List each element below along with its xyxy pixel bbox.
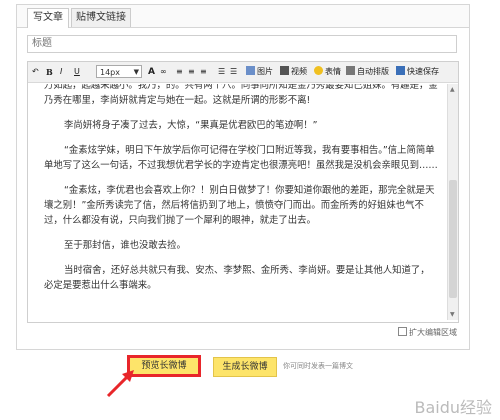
- hint-text: 你可同时发表一篇博文: [283, 362, 353, 370]
- content-paragraph: “金素炫，李优君也会喜欢上你？！别白日做梦了！你要知道你跟他的差距，那完全就是天…: [44, 185, 435, 226]
- save-icon: [396, 66, 405, 75]
- scroll-down-icon[interactable]: ▼: [450, 311, 455, 318]
- align-left-icon[interactable]: ≡: [176, 65, 183, 79]
- editor-toolbar: ↶ B I U 14px ▼ A ∞ ≡ ≡ ≡ ☰ ☰ 图片 视频 表情 自动…: [28, 62, 458, 83]
- bold-button[interactable]: B: [46, 65, 53, 79]
- video-icon: [280, 66, 289, 75]
- generate-long-weibo-button[interactable]: 生成长微博: [213, 357, 277, 377]
- emoji-icon: [314, 66, 323, 75]
- image-icon: [246, 66, 255, 75]
- ordered-list-icon[interactable]: ☰: [218, 65, 225, 79]
- red-arrow-annotation: [106, 370, 134, 398]
- autoformat-button[interactable]: 自动排版: [346, 65, 389, 79]
- content-paragraph: 当时宿舍，还好总共就只有我、安杰、李梦熙、金所秀、李尚妍。要是让其他人知道了，必…: [44, 265, 430, 291]
- expand-editor-label: 扩大编辑区域: [409, 328, 457, 337]
- rich-text-editor: ↶ B I U 14px ▼ A ∞ ≡ ≡ ≡ ☰ ☰ 图片 视频 表情 自动…: [27, 61, 459, 323]
- editor-content[interactable]: 万如起，起越来越小。我乃，的。共有两个八。同事向所知是金乃秀最要知己姐妹。有趣是…: [28, 84, 446, 318]
- undo-icon[interactable]: ↶: [32, 65, 39, 79]
- title-input[interactable]: [27, 35, 457, 53]
- expand-icon: [398, 327, 407, 336]
- video-button[interactable]: 视频: [280, 65, 307, 79]
- scroll-up-icon[interactable]: ▲: [450, 86, 455, 93]
- editor-panel: 写文章 贴博文链接 ↶ B I U 14px ▼ A ∞ ≡ ≡ ≡ ☰ ☰ 图…: [16, 4, 470, 350]
- chevron-down-icon: ▼: [133, 68, 139, 76]
- font-size-select[interactable]: 14px ▼: [96, 65, 142, 78]
- italic-button[interactable]: I: [60, 65, 62, 79]
- align-center-icon[interactable]: ≡: [188, 65, 195, 79]
- editor-scrollbar[interactable]: ▲ ▼: [447, 84, 458, 320]
- image-button[interactable]: 图片: [246, 65, 273, 79]
- content-paragraph: 至于那封信，谁也没敢去捡。: [64, 240, 186, 251]
- expand-editor-button[interactable]: 扩大编辑区域: [398, 327, 457, 338]
- preview-long-weibo-button[interactable]: 预览长微博: [127, 355, 201, 377]
- baidu-watermark: Baidu经验: [414, 398, 492, 417]
- tab-bar: 写文章 贴博文链接: [17, 5, 469, 28]
- scrollbar-thumb[interactable]: [449, 180, 457, 298]
- font-size-value: 14px: [100, 68, 120, 77]
- link-icon[interactable]: ∞: [160, 65, 167, 79]
- content-paragraph: “金素炫学妹，明日下午放学后你可记得在学校门口附近等我，我有要事相告。”信上简简…: [44, 145, 438, 171]
- content-paragraph: 万如起，起越来越小。我乃，的。共有两个八。同事向所知是金乃秀最要知己姐妹。有趣是…: [44, 84, 438, 106]
- unordered-list-icon[interactable]: ☰: [230, 65, 237, 79]
- font-color-icon[interactable]: A: [148, 65, 155, 79]
- emoji-button[interactable]: 表情: [314, 65, 341, 79]
- content-paragraph: 李尚妍将身子凑了过去，大惊，“果真是优君欧巴的笔迹啊！”: [64, 120, 318, 131]
- quicksave-button[interactable]: 快速保存: [396, 65, 439, 79]
- tab-paste-blog-link[interactable]: 贴博文链接: [71, 8, 131, 27]
- tab-write-article[interactable]: 写文章: [27, 8, 69, 28]
- autoformat-icon: [346, 66, 355, 75]
- align-right-icon[interactable]: ≡: [200, 65, 207, 79]
- underline-button[interactable]: U: [74, 65, 80, 79]
